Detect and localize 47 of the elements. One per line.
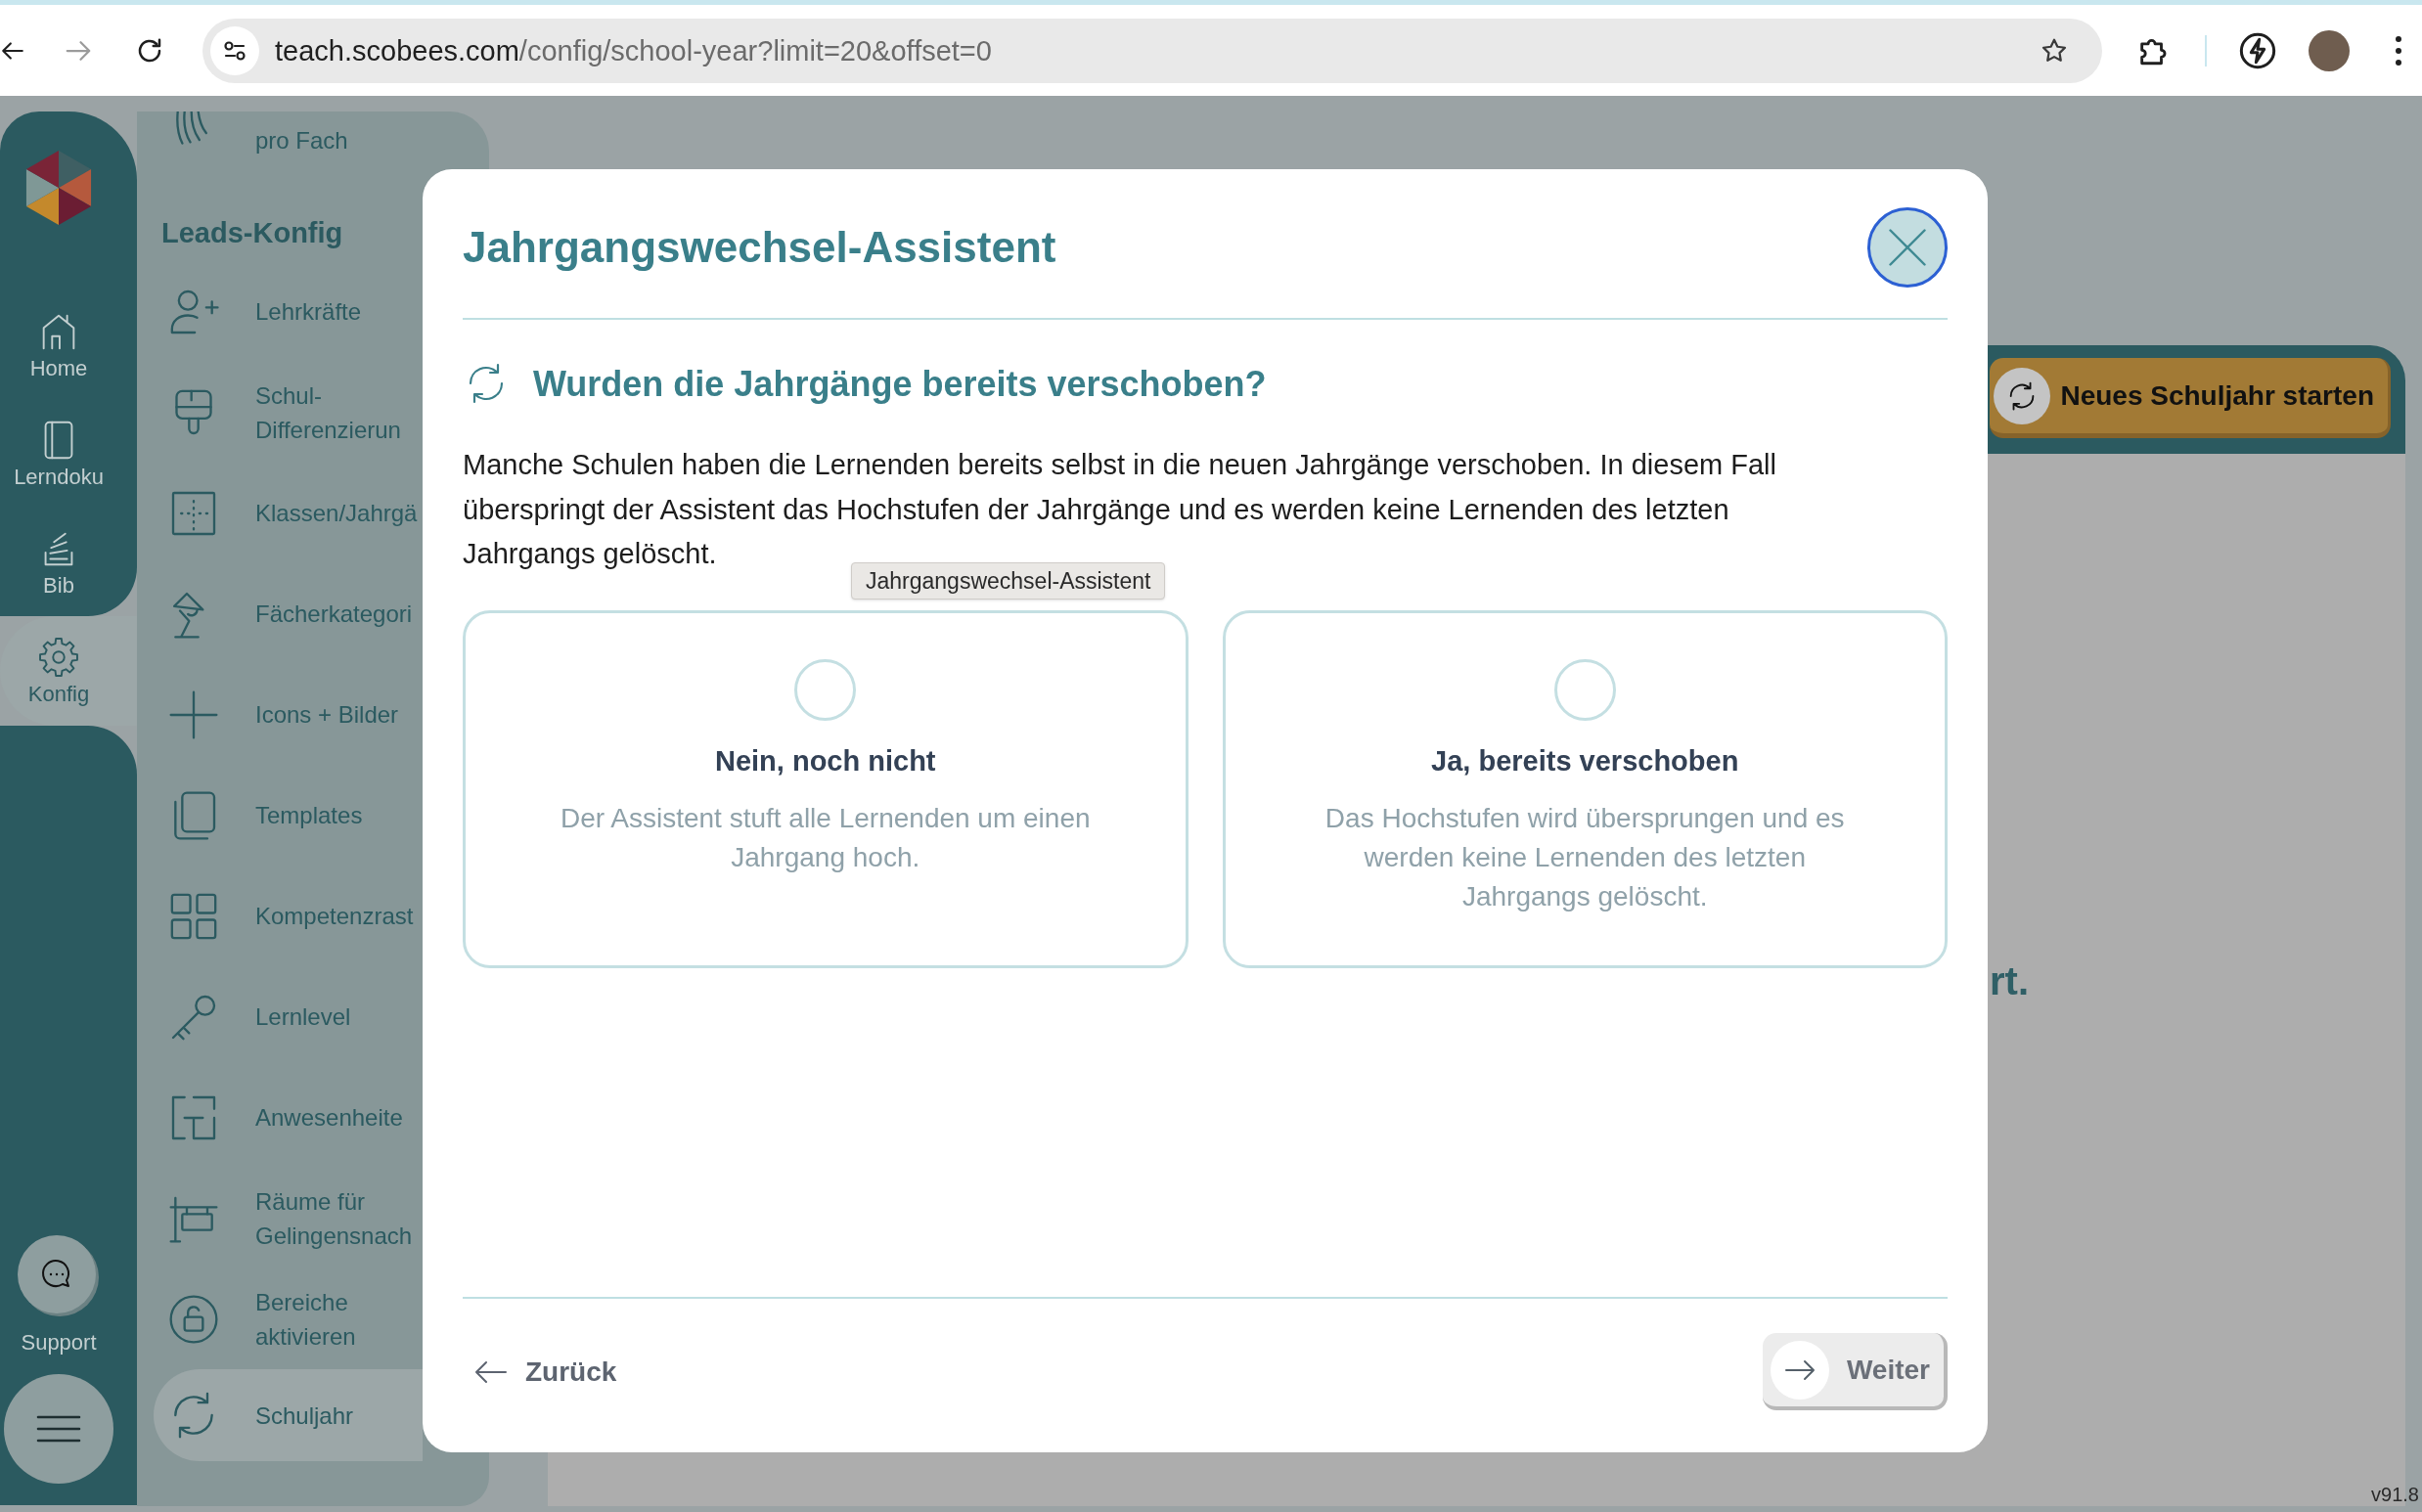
sidebar-item[interactable]: Schul-Differenzierun	[137, 362, 423, 463]
sidebar-item[interactable]: Templates	[137, 765, 423, 866]
sidebar-item[interactable]: Kompetenzrast	[137, 866, 423, 966]
section-heading: Leads-Konfig	[161, 216, 343, 249]
option-title: Nein, noch nicht	[714, 743, 936, 778]
settings-icon	[36, 635, 81, 680]
option-title: Ja, bereits verschoben	[1431, 743, 1739, 778]
chat-icon	[18, 1235, 100, 1317]
option-card[interactable]: Ja, bereits verschoben Das Hochstufen wird übersprungen und es werden keine Lernenden des letzten Jahrgangs gelöscht.	[1222, 609, 1948, 968]
back-button[interactable]: Zurück	[474, 1355, 617, 1389]
close-icon	[1887, 227, 1928, 268]
sync-icon	[1994, 367, 2051, 424]
sidebar-item[interactable]: Schuljahr	[154, 1369, 423, 1461]
arrow-right-icon	[1770, 1340, 1829, 1400]
nav-link[interactable]: Konfig	[0, 616, 137, 726]
sidebar-item[interactable]: Lehrkräfte	[137, 261, 423, 362]
sidebar-item[interactable]: Fächerkategori	[137, 563, 423, 664]
sidebar-item[interactable]: Icons + Bilder	[137, 664, 423, 765]
sliders-icon[interactable]	[210, 25, 259, 75]
url-text: teach.scobees.com/config/school-year?limit=20&offset=0	[275, 33, 992, 68]
lightning-icon[interactable]	[2238, 30, 2277, 70]
radio-button[interactable]	[1553, 658, 1616, 721]
nav-link[interactable]: Lerndoku	[0, 399, 117, 508]
start-school-year-button[interactable]: Neues Schuljahr starten	[1990, 358, 2391, 438]
arrow-left-icon	[474, 1359, 508, 1384]
kebab-menu-icon[interactable]	[2395, 33, 2402, 67]
option-card[interactable]: Nein, noch nicht Der Assistent stuft alle Lernenden um einen Jahrgang hoch.	[463, 609, 1189, 968]
sidebar-item[interactable]: Klassen/Jahrgä	[137, 463, 423, 563]
dialog-title: Jahrgangswechsel-Assistent	[463, 222, 1056, 273]
address-bar[interactable]: teach.scobees.com/config/school-year?limit=20&offset=0	[202, 18, 2102, 83]
menu-icon	[36, 1414, 81, 1444]
sidebar-item[interactable]: Lernlevel	[137, 966, 423, 1067]
option-description: Das Hochstufen wird übersprungen und es werden keine Lernenden des letzten Jahrgangs gelöscht.	[1323, 801, 1846, 913]
version-label: v91.8	[2371, 1483, 2419, 1506]
tooltip: Jahrgangswechsel-Assistent	[851, 562, 1166, 600]
nav-link[interactable]: Bib	[0, 508, 117, 616]
radio-button[interactable]	[794, 658, 857, 721]
sidebar-item[interactable]: Bereiche aktivieren	[137, 1268, 423, 1369]
support-button[interactable]: Support	[18, 1235, 100, 1356]
nav-link[interactable]: Home	[0, 290, 117, 399]
sidebar-item[interactable]: pro Fach	[137, 111, 423, 168]
avatar-icon[interactable]	[2309, 29, 2350, 71]
message-text: rt.	[1990, 961, 2029, 1001]
sidebar-item[interactable]: Anwesenheite	[137, 1067, 423, 1168]
question-heading: Wurden die Jahrgänge bereits verschoben?	[533, 363, 1267, 406]
option-description: Der Assistent stuft alle Lernenden um einen Jahrgang hoch.	[559, 801, 1092, 874]
sidebar-item[interactable]: Räume für Gelingensnach	[137, 1168, 423, 1268]
